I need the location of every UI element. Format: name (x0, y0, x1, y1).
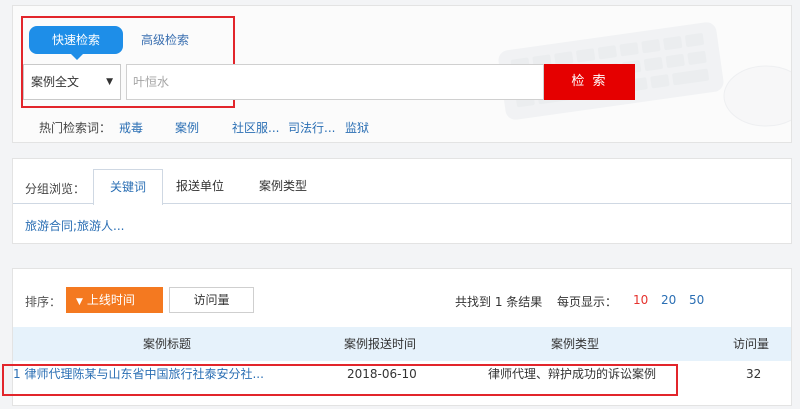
group-browse-panel: 分组浏览： 关键词 报送单位 案例类型 旅游合同;旅游人... (12, 158, 792, 244)
result-row-highlight-box (2, 364, 678, 396)
hot-term-link[interactable]: 戒毒 (119, 119, 143, 136)
search-panel: 快速检索 高级检索 案例全文 ▼ 检 索 热门检索词： 戒毒 案例 社区服...… (12, 5, 792, 143)
tab-advanced-search[interactable]: 高级检索 (141, 26, 189, 54)
sort-online-label: 上线时间 (86, 293, 135, 307)
hot-search-terms: 热门检索词： 戒毒 案例 社区服... 司法行... 监狱 (39, 119, 369, 136)
sort-by-online-time-button[interactable]: ▼ 上线时间 (66, 287, 163, 313)
keyword-link[interactable]: 旅游合同;旅游人... (25, 217, 125, 234)
dropdown-arrow-icon: ▼ (106, 77, 113, 87)
tab-reporting-unit[interactable]: 报送单位 (176, 169, 224, 203)
search-scope-value: 案例全文 (31, 75, 80, 89)
hot-term-link[interactable]: 监狱 (345, 119, 369, 136)
sort-label: 排序： (25, 295, 62, 309)
result-count: 共找到 1 条结果 (455, 295, 543, 309)
tab-quick-search[interactable]: 快速检索 (29, 26, 123, 60)
per-page-option-50[interactable]: 50 (689, 293, 704, 307)
hot-search-label: 热门检索词： (39, 121, 112, 135)
column-header-title: 案例标题 (143, 337, 192, 351)
table-header: 案例标题 案例报送时间 案例类型 访问量 (13, 327, 791, 361)
column-header-date: 案例报送时间 (344, 337, 417, 351)
per-page-label: 每页显示： (557, 295, 618, 309)
group-browse-label: 分组浏览： (25, 182, 86, 196)
per-page-option-20[interactable]: 20 (661, 293, 676, 307)
sort-by-visits-button[interactable]: 访问量 (169, 287, 254, 313)
tab-case-type[interactable]: 案例类型 (259, 169, 307, 203)
column-header-visits: 访问量 (733, 337, 770, 351)
hot-term-link[interactable]: 司法行... (288, 119, 335, 136)
hot-term-link[interactable]: 社区服... (232, 119, 279, 136)
case-visits: 32 (746, 367, 762, 381)
search-scope-select[interactable]: 案例全文 ▼ (23, 64, 121, 100)
search-input[interactable] (126, 64, 544, 100)
sort-down-icon: ▼ (76, 297, 83, 307)
column-header-type: 案例类型 (551, 337, 600, 351)
tab-keywords[interactable]: 关键词 (93, 169, 163, 205)
search-button[interactable]: 检 索 (544, 64, 635, 100)
per-page-option-10[interactable]: 10 (633, 293, 648, 307)
hot-term-link[interactable]: 案例 (175, 119, 199, 136)
